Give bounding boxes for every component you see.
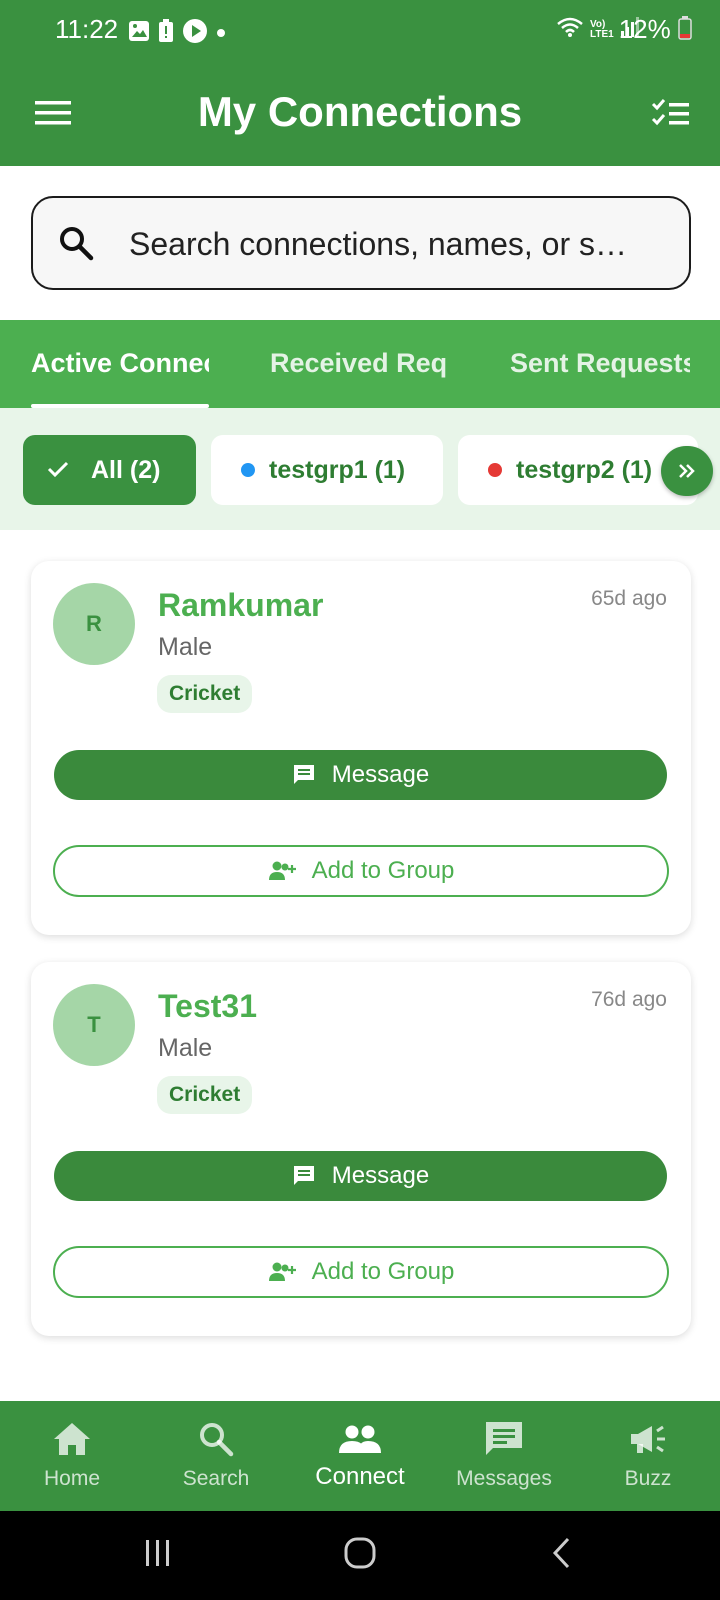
avatar: T <box>53 984 135 1066</box>
tabs-bar: Active Connections Received Requests Sen… <box>0 320 720 408</box>
lte-icon: Vo) LTE1 <box>590 18 614 40</box>
scroll-more-button[interactable] <box>661 446 713 496</box>
nav-messages[interactable]: Messages <box>432 1401 576 1511</box>
back-button[interactable] <box>532 1511 592 1600</box>
group-chip-testgrp1[interactable]: testgrp1 (1) <box>211 435 443 505</box>
chat-icon <box>484 1419 524 1459</box>
back-icon <box>550 1536 574 1575</box>
tab-received-requests[interactable]: Received Requests <box>270 320 448 408</box>
connection-card: T Test31 Male 76d ago Cricket Message Ad… <box>31 962 691 1336</box>
status-time: 11:22 <box>55 14 119 44</box>
add-user-icon <box>268 1261 298 1283</box>
group-color-dot <box>241 463 255 477</box>
message-icon <box>292 764 316 786</box>
home-system-button[interactable] <box>330 1511 390 1600</box>
group-chip-all[interactable]: All (2) <box>23 435 196 505</box>
page-title: My Connections <box>197 88 523 135</box>
app-bar: My Connections <box>0 62 720 166</box>
search-icon <box>57 224 97 269</box>
add-to-group-button[interactable]: Add to Group <box>53 1246 669 1298</box>
interest-tag: Cricket <box>157 1076 253 1114</box>
search-icon <box>197 1419 235 1459</box>
search-box[interactable]: Search connections, names, or s… <box>31 196 691 290</box>
add-to-group-button[interactable]: Add to Group <box>53 845 669 897</box>
message-icon <box>292 1165 316 1187</box>
home-circle-icon <box>343 1536 377 1575</box>
group-filter-bar: All (2) testgrp1 (1) testgrp2 (1) <box>0 408 720 530</box>
message-label: Message <box>331 1162 430 1189</box>
message-button[interactable]: Message <box>54 1151 667 1201</box>
connection-card: R Ramkumar Male 65d ago Cricket Message … <box>31 561 691 935</box>
system-nav-bar <box>0 1511 720 1600</box>
nav-search[interactable]: Search <box>144 1401 288 1511</box>
search-input[interactable]: Search connections, names, or s… <box>129 216 674 272</box>
group-chip-label: testgrp1 (1) <box>269 455 406 484</box>
connection-gender: Male <box>158 633 213 661</box>
group-chip-label: All (2) <box>91 455 161 484</box>
add-to-group-label: Add to Group <box>311 857 455 884</box>
wifi-icon <box>556 16 584 43</box>
add-to-group-label: Add to Group <box>311 1258 455 1285</box>
home-icon <box>52 1419 92 1459</box>
add-user-icon <box>268 860 298 882</box>
connection-gender: Male <box>158 1034 213 1062</box>
checklist-icon <box>651 97 691 134</box>
avatar: R <box>53 583 135 665</box>
dot-icon <box>216 25 226 43</box>
megaphone-icon <box>628 1419 668 1459</box>
double-chevron-right-icon <box>677 456 697 487</box>
battery-level: 12% <box>619 14 692 47</box>
nav-label: Messages <box>456 1467 552 1490</box>
status-bar: 11:22 Vo) LTE1 12% <box>0 0 720 62</box>
battery-percent: 12% <box>618 14 671 44</box>
nav-connect[interactable]: Connect <box>288 1401 432 1511</box>
connection-name[interactable]: Ramkumar <box>158 587 323 624</box>
status-icons-left <box>128 18 226 49</box>
tab-active-connections[interactable]: Active Connections <box>31 320 209 408</box>
connection-time: 76d ago <box>591 988 667 1011</box>
nav-label: Buzz <box>624 1467 672 1490</box>
tab-sent-requests[interactable]: Sent Requests <box>510 320 690 408</box>
group-chip-label: testgrp2 (1) <box>516 455 653 484</box>
checklist-button[interactable] <box>648 92 694 138</box>
battery-icon <box>678 15 692 47</box>
message-button[interactable]: Message <box>54 750 667 800</box>
alert-icon <box>158 19 174 48</box>
nav-label: Home <box>43 1467 101 1490</box>
nav-label: Connect <box>315 1463 405 1490</box>
bottom-nav: Home Search Connect Messages Buzz <box>0 1401 720 1511</box>
people-icon <box>338 1419 382 1459</box>
check-icon <box>47 456 69 485</box>
image-icon <box>128 20 150 47</box>
nav-label: Search <box>182 1467 250 1490</box>
group-color-dot <box>488 463 502 477</box>
nav-home[interactable]: Home <box>0 1401 144 1511</box>
nav-buzz[interactable]: Buzz <box>576 1401 720 1511</box>
recent-apps-button[interactable] <box>128 1511 188 1600</box>
connection-name[interactable]: Test31 <box>158 988 257 1025</box>
play-icon <box>182 18 208 49</box>
message-label: Message <box>331 761 430 788</box>
connection-time: 65d ago <box>591 587 667 610</box>
recent-apps-icon <box>143 1538 173 1573</box>
interest-tag: Cricket <box>157 675 253 713</box>
